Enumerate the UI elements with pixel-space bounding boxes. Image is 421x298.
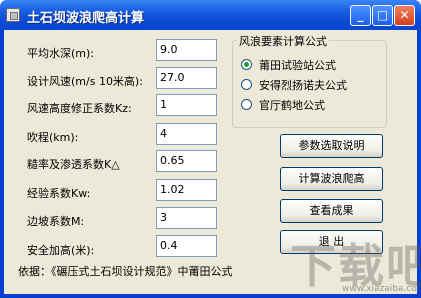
app-icon (6, 8, 20, 22)
label-kw: 经验系数Kw: (27, 187, 91, 200)
radio-empty-icon (241, 79, 252, 90)
param-help-button[interactable]: 参数选取说明 (280, 134, 383, 158)
avg-depth-field[interactable]: 9.0 (156, 39, 217, 61)
close-button[interactable]: ✕ (394, 5, 415, 26)
radio-selected-icon (241, 59, 252, 70)
fetch-field[interactable]: 4 (156, 123, 217, 145)
basis-text: 依据：《碾压式土石坝设计规范》中莆田公式 (18, 265, 233, 278)
view-results-button[interactable]: 查看成果 (280, 199, 383, 223)
kz-field[interactable]: 1 (156, 94, 217, 116)
label-slope: 边坡系数M: (27, 215, 85, 228)
calculate-button[interactable]: 计算波浪爬高 (280, 167, 383, 191)
app-window: 土石坝波浪爬高计算 _ □ ✕ 平均水深(m): 9.0 设计风速(m/s 10… (0, 0, 421, 298)
title-bar[interactable]: 土石坝波浪爬高计算 _ □ ✕ (0, 0, 421, 30)
minimize-icon: _ (357, 8, 364, 22)
minimize-button[interactable]: _ (350, 5, 371, 26)
maximize-icon: □ (376, 8, 389, 22)
label-avg-depth: 平均水深(m): (27, 47, 95, 60)
label-design-wind: 设计风速(m/s 10米高): (27, 75, 143, 88)
label-fetch: 吹程(km): (27, 131, 79, 144)
label-freeboard: 安全加高(米): (27, 244, 95, 257)
label-roughness: 糙率及渗透系数K△ (27, 158, 120, 171)
window-title: 土石坝波浪爬高计算 (27, 11, 145, 26)
watermark-url: www.xiazaiba.com (342, 284, 421, 294)
kw-field[interactable]: 1.02 (156, 179, 217, 201)
radio-empty-icon (241, 99, 252, 110)
formula-groupbox: 风浪要素计算公式 莆田试验站公式 安得烈扬诺夫公式 官厅鹤地公式 (232, 33, 387, 128)
label-kz: 风速高度修正系数Kz: (27, 102, 132, 115)
radio-andreyanov-label: 安得烈扬诺夫公式 (259, 79, 347, 92)
design-wind-field[interactable]: 27.0 (156, 67, 217, 89)
freeboard-field[interactable]: 0.4 (156, 235, 217, 257)
maximize-button[interactable]: □ (372, 5, 393, 26)
client-area: 平均水深(m): 9.0 设计风速(m/s 10米高): 27.0 风速高度修正… (4, 30, 421, 294)
formula-group-title: 风浪要素计算公式 (237, 33, 329, 49)
close-icon: ✕ (399, 8, 410, 22)
radio-putian-label: 莆田试验站公式 (259, 59, 336, 72)
slope-field[interactable]: 3 (156, 207, 217, 229)
radio-guanting-label: 官厅鹤地公式 (259, 99, 325, 112)
roughness-field[interactable]: 0.65 (156, 150, 217, 172)
